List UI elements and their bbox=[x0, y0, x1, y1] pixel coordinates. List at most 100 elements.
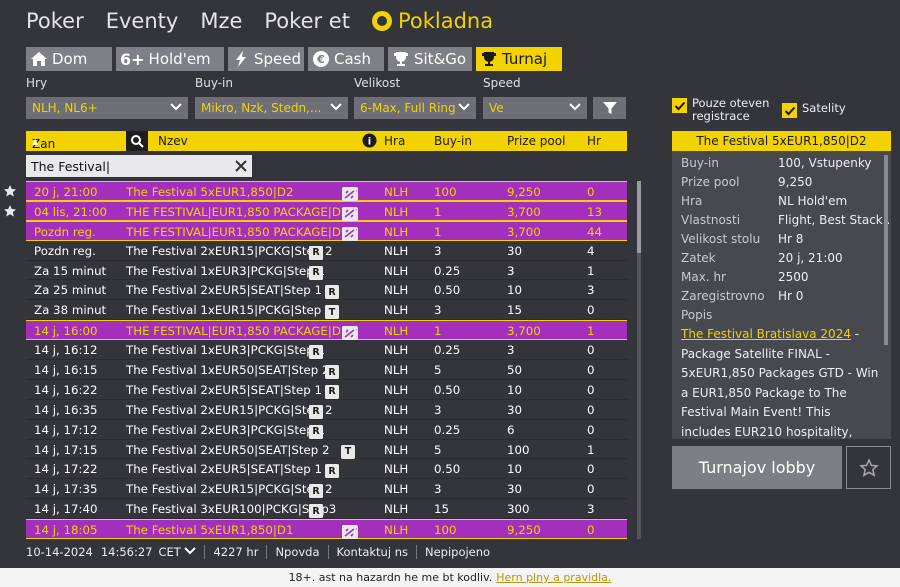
only-open-registration-checkbox[interactable]: Pouze oteven registrace bbox=[672, 97, 769, 123]
row-start: 04 lis, 21:00 bbox=[34, 204, 107, 219]
row-prize: 30 bbox=[507, 482, 523, 497]
table-scrollbar-thumb[interactable] bbox=[637, 181, 641, 253]
row-game: NLH bbox=[384, 204, 409, 219]
table-row[interactable]: Pozdn reg. The Festival 2xEUR15|PCKG|Step… bbox=[26, 241, 627, 261]
footer-help-link[interactable]: Npovda bbox=[266, 545, 327, 559]
detail-scrollbar[interactable] bbox=[884, 155, 888, 345]
close-icon[interactable] bbox=[233, 158, 249, 174]
row-players: 0 bbox=[587, 402, 595, 417]
table-row[interactable]: 14 j, 16:15 The Festival 1xEUR50|SEAT|Ste… bbox=[26, 360, 627, 380]
row-buyin: 1 bbox=[434, 204, 442, 219]
row-players: 3 bbox=[587, 283, 595, 298]
footer-time: 14:56:27 bbox=[100, 545, 153, 559]
row-buyin: 3 bbox=[434, 482, 442, 497]
tab-holdem[interactable]: 6+ Hold'em bbox=[116, 47, 224, 71]
row-players: 1 bbox=[587, 324, 595, 339]
filter-buyin-select[interactable]: Mikro, Nzk, Stedn,... bbox=[195, 97, 348, 119]
satellite-icon bbox=[342, 525, 356, 540]
row-game: NLH bbox=[384, 224, 409, 239]
row-name: The Festival 1xEUR3|PCKG|Step 1 bbox=[126, 343, 325, 358]
table-row[interactable]: 14 j, 17:35 The Festival 2xEUR15|PCKG|Ste… bbox=[26, 479, 627, 500]
badge-r-icon: R bbox=[325, 464, 339, 479]
row-buyin: 0.25 bbox=[434, 343, 461, 358]
table-row[interactable]: 14 j, 16:12 The Festival 1xEUR3|PCKG|Step… bbox=[26, 340, 627, 361]
pin-icon[interactable] bbox=[3, 184, 17, 198]
badge-r-icon: R bbox=[325, 285, 339, 300]
row-prize: 100 bbox=[507, 442, 530, 457]
table-row[interactable]: 04 lis, 21:00 THE FESTIVAL|EUR1,850 PACKA… bbox=[26, 200, 627, 221]
badge-r-icon: R bbox=[309, 265, 323, 280]
row-game: NLH bbox=[384, 462, 409, 477]
table-row[interactable]: 14 j, 17:12 The Festival 2xEUR3|PCKG|Step… bbox=[26, 420, 627, 440]
tournament-list: 20 j, 21:00 The Festival 5xEUR1,850|D2 NLH… bbox=[26, 181, 627, 540]
footer-contact-link[interactable]: Kontaktuj ns bbox=[327, 545, 416, 559]
table-row[interactable]: Pozdn reg. THE FESTIVAL|EUR1,850 PACKAGE|… bbox=[26, 220, 627, 241]
filter-speed-select[interactable]: Ve bbox=[483, 97, 587, 119]
nav-cashier[interactable]: Pokladna bbox=[371, 9, 493, 33]
row-prize: 9,250 bbox=[507, 523, 541, 538]
table-row[interactable]: 14 j, 17:40 The Festival 3xEUR100|PCKG|St… bbox=[26, 499, 627, 520]
detail-field-label: Zatek bbox=[681, 251, 716, 265]
nav-bets[interactable]: Mze bbox=[200, 9, 242, 33]
nav-events[interactable]: Eventy bbox=[106, 9, 179, 33]
tournament-lobby-button[interactable]: Turnajov lobby bbox=[672, 446, 842, 489]
tab-cash[interactable]: € Cash bbox=[308, 47, 384, 71]
table-row[interactable]: Za 38 minut The Festival 1xEUR15|PCKG|Ste… bbox=[26, 300, 627, 321]
tab-home[interactable]: Dom bbox=[26, 47, 112, 71]
tab-speed[interactable]: Speed bbox=[228, 47, 304, 71]
festival-link[interactable]: The Festival Bratislava 2024 bbox=[681, 327, 851, 341]
table-row[interactable]: 14 j, 17:22 The Festival 2xEUR5|SEAT|Step… bbox=[26, 459, 627, 480]
row-game: NLH bbox=[384, 523, 409, 538]
row-game: NLH bbox=[384, 303, 409, 318]
timezone-value: CET bbox=[158, 545, 181, 559]
table-row[interactable]: 14 j, 18:05 The Festival 5xEUR1,850|D1 NLH… bbox=[26, 519, 627, 540]
satellites-checkbox[interactable]: Satelity bbox=[782, 102, 846, 118]
info-icon[interactable]: i bbox=[362, 133, 377, 151]
table-row[interactable]: 14 j, 16:00 THE FESTIVAL|EUR1,850 PACKAGE… bbox=[26, 320, 627, 341]
tab-tournament-label: Turnaj bbox=[502, 50, 548, 68]
filter-button[interactable] bbox=[593, 97, 626, 119]
column-players[interactable]: Hr bbox=[587, 134, 601, 148]
detail-field-value: Hr 8 bbox=[778, 232, 804, 246]
lightning-icon bbox=[232, 50, 250, 68]
row-prize: 3 bbox=[507, 343, 515, 358]
tab-sitgo[interactable]: Sit&Go bbox=[388, 47, 472, 71]
search-input[interactable]: The Festival | bbox=[26, 155, 252, 177]
table-row[interactable]: 14 j, 16:35 The Festival 2xEUR15|PCKG|Ste… bbox=[26, 400, 627, 420]
row-game: NLH bbox=[384, 324, 409, 339]
detail-field-label: Vlastnosti bbox=[681, 213, 741, 227]
badge-t-icon: T bbox=[325, 305, 339, 320]
timezone-select[interactable]: CET bbox=[159, 545, 205, 559]
row-prize: 30 bbox=[507, 243, 523, 258]
filter-games-select[interactable]: NLH, NL6+ bbox=[26, 97, 188, 119]
row-players: 3 bbox=[587, 502, 595, 517]
table-row[interactable]: Za 15 minut The Festival 1xEUR3|PCKG|Step… bbox=[26, 261, 627, 281]
table-row[interactable]: 14 j, 17:15 The Festival 2xEUR50|SEAT|Ste… bbox=[26, 440, 627, 460]
table-row[interactable]: Za 25 minut The Festival 2xEUR5|SEAT|Step… bbox=[26, 280, 627, 301]
row-name: THE FESTIVAL|EUR1,850 PACKAGE|D1 bbox=[126, 324, 349, 339]
row-name: THE FESTIVAL|EUR1,850 PACKAGE|D2 bbox=[126, 204, 349, 219]
column-buyin[interactable]: Buy-in bbox=[434, 134, 472, 148]
row-game: NLH bbox=[384, 243, 409, 258]
row-name: The Festival 2xEUR15|PCKG|Step 2 bbox=[126, 402, 333, 417]
row-start: 14 j, 17:15 bbox=[34, 442, 98, 457]
table-row[interactable]: 14 j, 16:22 The Festival 2xEUR5|SEAT|Step… bbox=[26, 380, 627, 400]
tab-home-label: Dom bbox=[52, 50, 88, 68]
column-game[interactable]: Hra bbox=[384, 134, 405, 148]
table-row[interactable]: 20 j, 21:00 The Festival 5xEUR1,850|D2 NLH… bbox=[26, 181, 627, 201]
column-prize[interactable]: Prize pool bbox=[507, 134, 565, 148]
pin-icon[interactable] bbox=[3, 204, 17, 218]
search-toggle-button[interactable] bbox=[126, 131, 148, 151]
legal-rules-link[interactable]: Hern plny a pravidla. bbox=[496, 571, 611, 584]
row-players: 1 bbox=[587, 263, 595, 278]
tab-speed-label: Speed bbox=[254, 50, 302, 68]
row-name: The Festival 2xEUR5|SEAT|Step 1 bbox=[126, 462, 323, 477]
favorite-button[interactable] bbox=[846, 446, 891, 489]
nav-poker[interactable]: Poker bbox=[26, 9, 84, 33]
row-buyin: 100 bbox=[434, 185, 457, 199]
nav-poker-account[interactable]: Poker et bbox=[264, 9, 350, 33]
row-buyin: 1 bbox=[434, 324, 442, 339]
filter-size-select[interactable]: 6-Max, Full Ring bbox=[354, 97, 476, 119]
tab-tournament[interactable]: Turnaj bbox=[476, 47, 562, 71]
column-name[interactable]: Nzev bbox=[158, 134, 188, 148]
